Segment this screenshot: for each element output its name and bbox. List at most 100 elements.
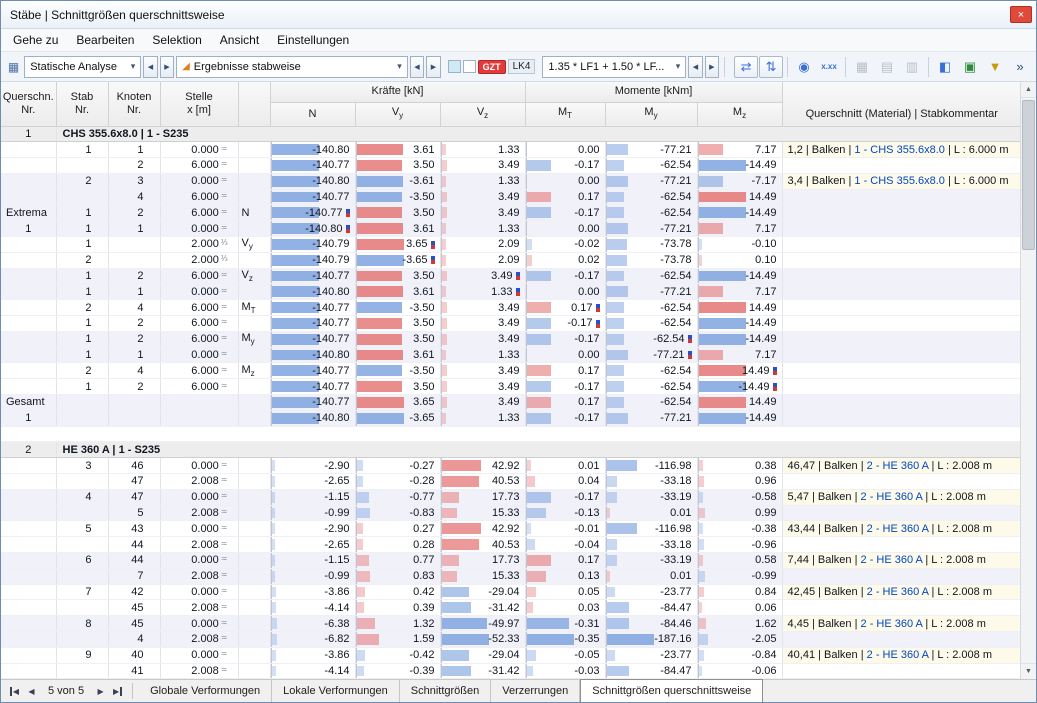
table-row[interactable]: 1 1 1 0.000 ≍ -140.80 3.61 1.33 0.00 -77.21 7.17 [1,220,1022,238]
table-view-icon[interactable]: ▦ [850,56,874,78]
cell-mz: -7.17 [697,173,783,190]
table-row[interactable]: 2 2.000 ⅓ -140.79 -3.65 2.09 0.02 -73.78 0.10 [1,252,1022,269]
table-row[interactable]: 1 2 6.000 ≍ -140.77 3.50 3.49 -0.17 -62.54 -14.49 [1,315,1022,332]
export-table-icon[interactable]: ▥ [900,56,924,78]
search-value-icon[interactable]: ◉ [792,56,816,78]
cell-stelle-x: 0.000 ≍ [160,283,239,301]
cell-mz: 0.84 [697,584,783,601]
scroll-up-icon[interactable]: ▲ [1021,82,1036,98]
menu-bearbeiten[interactable]: Bearbeiten [67,30,143,50]
analysis-type-select[interactable]: Statische Analyse ▾ [24,55,142,78]
show-result-values-icon[interactable]: ⇄ [734,55,759,78]
table-row[interactable]: 4 47 0.000 ≍ -1.15 -0.77 17.73 -0.17 -33.19 -0.58… [1,489,1022,506]
table-row[interactable]: 7 2.008 ≍ -0.99 0.83 15.33 0.13 0.01 -0.99 [1,568,1022,585]
table-row[interactable]: 47 2.008 ≍ -2.65 -0.28 40.53 0.04 -33.18 0.96 [1,473,1022,490]
table-row[interactable]: 4 2.008 ≍ -6.82 1.59 -52.33 -0.35 -187.16 -2.05 [1,631,1022,648]
table-row[interactable]: 2 4 6.000 ≍ MT -140.77 -3.50 3.49 0.17 -62.54 14.4… [1,299,1022,317]
table-row[interactable]: 3 46 0.000 ≍ -2.90 -0.27 42.92 0.01 -116.98 0.38 4… [1,457,1022,475]
table-row[interactable]: 1 1 0.000 ≍ -140.80 3.61 1.33 0.00 -77.21 7.17 [1,283,1022,301]
table-row[interactable]: 41 2.008 ≍ -4.14 -0.39 -31.42 -0.03 -84.47 -0.06 [1,663,1022,679]
table-row[interactable]: 1 2 6.000 ≍ Vz -140.77 3.50 3.49 -0.17 -62.54 -14.… [1,268,1022,285]
combo-next-button[interactable]: ▶ [704,55,720,78]
results-next-button[interactable]: ▶ [426,55,441,78]
tab-verzerrungen[interactable]: Verzerrungen [491,680,581,702]
cell-mz: -0.84 [697,647,783,664]
table-row[interactable]: 6 44 0.000 ≍ -1.15 0.77 17.73 0.17 -33.19 0.58 7,4… [1,552,1022,569]
table-row[interactable]: 45 2.008 ≍ -4.14 0.39 -31.42 0.03 -84.47 0.06 [1,599,1022,617]
cell-mz: -2.05 [697,631,783,648]
close-button[interactable]: × [1010,6,1032,23]
cell-knoten-nr: 2 [108,315,161,332]
toolbar-overflow-icon[interactable]: » [1008,56,1032,78]
table-row[interactable]: Gesamt -140.77 3.65 3.49 0.17 -62.54 14.49 [1,394,1022,411]
combo-prev-button[interactable]: ◀ [688,55,703,78]
table-row[interactable]: 1 2 6.000 ≍ -140.77 3.50 3.49 -0.17 -62.54 -14.49 [1,378,1022,396]
load-combination-select[interactable]: 1.35 * LF1 + 1.50 * LF... ▾ [542,55,687,78]
cell-stab-nr [56,473,109,490]
tab-globale-verformungen[interactable]: Globale Verformungen [139,680,273,702]
cell-n: -2.90 [270,457,356,475]
analysis-next-button[interactable]: ▶ [159,55,175,78]
cell-mz: 1.62 [697,615,783,632]
decimal-places-icon[interactable]: x.xx [817,56,841,78]
table-row[interactable]: 2 6.000 ≍ -140.77 3.50 3.49 -0.17 -62.54 -14.49 [1,157,1022,174]
cell-stelle-x: 2.008 ≍ [160,473,239,490]
x-location-icon: ≍ [220,570,228,580]
table-row[interactable]: 8 45 0.000 ≍ -6.38 1.32 -49.97 -0.31 -84.46 1.62 4… [1,615,1022,632]
first-page-button[interactable]: ◀ [6,683,23,700]
menu-gehe-zu[interactable]: Gehe zu [4,30,67,50]
results-prev-button[interactable]: ◀ [409,55,425,78]
table-row[interactable]: 44 2.008 ≍ -2.65 0.28 40.53 -0.04 -33.18 -0.96 [1,536,1022,554]
result-table-settings-icon[interactable]: ◧ [933,56,957,78]
cell-vz: 3.49 [440,189,526,206]
table-row[interactable]: 2 3 0.000 ≍ -140.80 -3.61 1.33 0.00 -77.21 -7.17 3… [1,173,1022,190]
prev-page-button[interactable]: ◀ [23,683,40,700]
printout-report-icon[interactable]: ▣ [958,56,982,78]
vertical-scrollbar[interactable]: ▲ ▼ [1020,82,1036,679]
cell-extremum-type [238,536,271,554]
last-page-button[interactable]: ▶ [109,683,126,700]
table-row[interactable]: 5 43 0.000 ≍ -2.90 0.27 42.92 -0.01 -116.98 -0.38… [1,520,1022,538]
cell-comment [782,347,1022,364]
tab-lokale-verformungen[interactable]: Lokale Verformungen [272,680,400,702]
table-row[interactable]: 1 1 0.000 ≍ -140.80 3.61 1.33 0.00 -77.21 7.17 1,2… [1,141,1022,159]
table-row[interactable]: 9 40 0.000 ≍ -3.86 -0.42 -29.04 -0.05 -23.77 -0.8… [1,647,1022,664]
scrollbar-thumb[interactable] [1022,100,1035,250]
show-result-diagrams-icon[interactable]: ⇅ [759,55,784,78]
cell-vy: 3.61 [355,283,441,301]
table-row[interactable]: 1 -140.80 -3.65 1.33 -0.17 -77.21 -14.49 [1,410,1022,427]
cell-mt: 0.17 [525,362,606,380]
menu-einstellungen[interactable]: Einstellungen [268,30,358,50]
table-row[interactable]: 4 6.000 ≍ -140.77 -3.50 3.49 0.17 -62.54 14.49 [1,189,1022,206]
cell-vy: -3.50 [355,189,441,206]
section-header-row[interactable]: 1 CHS 355.6x8.0 | 1 - S235 [1,125,1022,143]
next-page-button[interactable]: ▶ [92,683,109,700]
filter-results-icon[interactable]: ▼ [983,56,1007,78]
table-row[interactable]: 5 2.008 ≍ -0.99 -0.83 15.33 -0.13 0.01 0.99 [1,505,1022,522]
table-row[interactable]: 2 4 6.000 ≍ Mz -140.77 -3.50 3.49 0.17 -62.54 14.4… [1,362,1022,380]
table-row[interactable]: 7 42 0.000 ≍ -3.86 0.42 -29.04 0.05 -23.77 0.84 42… [1,584,1022,601]
print-table-icon[interactable]: ▤ [875,56,899,78]
cell-n: -140.80 [270,173,356,190]
tab-schnittgrößen[interactable]: Schnittgrößen [399,680,492,702]
table-row[interactable]: Extrema 1 2 6.000 ≍ N -140.77 3.50 3.49 -0.17 -62.… [1,204,1022,222]
results-mode-select[interactable]: ◢ Ergebnisse stabweise ▾ [176,55,408,78]
title-bar[interactable]: Stäbe | Schnittgrößen querschnittsweise … [1,1,1036,29]
cell-stelle-x: 2.008 ≍ [160,568,239,585]
section-header-row[interactable]: 2 HE 360 A | 1 - S235 [1,441,1022,459]
menu-ansicht[interactable]: Ansicht [211,30,268,50]
analysis-prev-button[interactable]: ◀ [143,55,158,78]
cell-mz: 7.17 [697,283,783,301]
table-row[interactable]: 1 1 0.000 ≍ -140.80 3.61 1.33 0.00 -77.21 7.17 [1,347,1022,364]
cell-stab-nr: 1 [56,204,109,222]
cell-mz: -0.38 [697,520,783,538]
scroll-down-icon[interactable]: ▼ [1021,663,1036,679]
cell-vz: -31.42 [440,663,526,679]
table-row[interactable]: 1 2 6.000 ≍ My -140.77 3.50 3.49 -0.17 -62.54 -14.… [1,331,1022,348]
tab-schnittgrößen-querschnittsweise[interactable]: Schnittgrößen querschnittsweise [580,679,764,702]
col-header-stab-nr: Stab Nr. [56,82,109,127]
cell-n: -0.99 [270,505,356,522]
cell-extremum-type [238,489,271,506]
menu-selektion[interactable]: Selektion [143,30,210,50]
table-row[interactable]: 1 2.000 ⅓ Vy -140.79 3.65 2.09 -0.02 -73.78 -0.10 [1,236,1022,253]
